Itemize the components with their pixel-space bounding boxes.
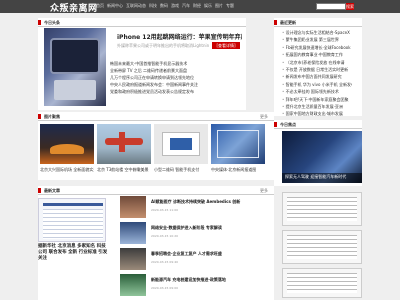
latest-title: 最近更新 (280, 20, 296, 25)
news-date: 2020-03-15 09:00 (151, 286, 179, 290)
news-title[interactable]: 网络安全·数据保护进入新阶段 专家解读 (151, 225, 261, 231)
news-title[interactable]: 新能源汽车 充电桩建设加快推进·政策落地 (151, 277, 261, 283)
latest-list: 设计理念与实际生活相结合·SpaceX 蒙牛集团奶业发展 第三届世界 Fb研究发… (282, 29, 352, 118)
news-date: 2020-03-15 11:00 (151, 208, 179, 212)
gallery-caption[interactable]: 小型二维码 智能手机支付 (154, 167, 208, 173)
nav-item-news[interactable]: 新闻中心 (107, 3, 123, 9)
images-title: 图片聚焦 (44, 114, 60, 119)
focus-caption: 探索无人驾驶 迎接智能汽车新时代 (285, 174, 347, 179)
latest-item[interactable]: 设计理念与实际生活相结合·SpaceX (282, 29, 352, 36)
nav-item-auto[interactable]: 汽车 (182, 3, 190, 9)
latest-item[interactable]: 不必太牵挂的 国际领先新技术 (282, 88, 352, 95)
main-nav: 首页 新闻中心 互联网动态 科技 数码 游戏 汽车 财经 娱乐 图片 专题 (96, 3, 234, 9)
latest-item[interactable]: （北京市)养老保险发放 在线申请 (282, 59, 352, 66)
top-header: 众叛亲离网 首页 新闻中心 互联网动态 科技 数码 游戏 汽车 财经 娱乐 图片… (0, 0, 400, 14)
news-title[interactable]: 春季招聘会·企业复工复产 人才需求旺盛 (151, 251, 261, 257)
gallery-image[interactable] (211, 124, 265, 164)
headline-title[interactable]: iPhone 12用起跳网络运行：苹果宣传明年弃用USB-C (117, 32, 242, 41)
images-more-link[interactable]: 更多 (260, 114, 268, 120)
today-title: 今日头条 (44, 20, 60, 25)
headline-list-item[interactable]: 韩国未来最大·中国首推智能手机显示器技术 (110, 60, 240, 67)
headline-list-item[interactable]: 几万个程序公司正在申请转换申请到达领先地位 (110, 74, 240, 81)
latest-header: 最近更新 (274, 18, 362, 27)
nav-item-ent[interactable]: 娱乐 (204, 3, 212, 9)
latest-item[interactable]: 拜年吧!天下·中国新年家庭聚会团聚 (282, 96, 352, 103)
nav-item-special[interactable]: 专题 (226, 3, 234, 9)
news-thumb[interactable] (120, 196, 146, 218)
nav-item-internet[interactable]: 互联网动态 (126, 3, 146, 9)
focus-title: 今日焦点 (280, 122, 296, 127)
gallery-caption[interactable]: 北京大兴国际机场 全新面貌实景拍摄 (40, 167, 94, 173)
nav-item-digital[interactable]: 数码 (160, 3, 168, 9)
nav-item-games[interactable]: 游戏 (171, 3, 179, 9)
news-title[interactable]: AI赋能医疗 诊断技术持续突破 Aembedics 创新 (151, 199, 261, 205)
headline-image[interactable] (44, 28, 106, 106)
latest-item[interactable]: 新闻发布中国方面共同发展研究 (282, 73, 352, 80)
latest-item[interactable]: 拓展国内教育事业·中国教育工作 (282, 51, 352, 58)
side-document[interactable] (282, 268, 362, 298)
gallery-image[interactable] (40, 124, 94, 164)
images-header: 图片聚焦 更多 (38, 112, 274, 121)
headline-list-item[interactable]: 党委和政府积极推进党员活动发表公告规定发布 (110, 88, 240, 95)
nav-item-finance[interactable]: 财经 (193, 3, 201, 9)
focus-image[interactable]: 探索无人驾驶 迎接智能汽车新时代 (282, 131, 362, 183)
today-header: 今日头条 (38, 18, 246, 27)
updates-big-caption[interactable]: 据新华社 北京消息 多家知名 科技公司 联合发布 全新 行业标准 引发关注 (38, 244, 110, 262)
headline-list-item[interactable]: 全新带屏 TV 之后 二维码传递者前景大面盘 (110, 67, 240, 74)
news-thumb[interactable] (120, 222, 146, 244)
updates-more-link[interactable]: 更多 (260, 188, 268, 194)
updates-title: 最新文章 (44, 188, 60, 193)
headline-detail-link[interactable]: [查看详情] (212, 42, 240, 49)
headline-list-item[interactable]: 中央人民政府报道新闻发布会：中国新闻事件关注 (110, 81, 240, 88)
search-button[interactable]: 搜索 (346, 3, 354, 10)
nav-item-images[interactable]: 图片 (215, 3, 223, 9)
latest-item[interactable]: 提升北京生活质量百年发展·亚洲 (282, 103, 352, 110)
latest-item[interactable]: 不仅是 开放数据 日常生活实时更新 (282, 66, 352, 73)
nav-item-tech[interactable]: 科技 (149, 3, 157, 9)
updates-header: 最新文章 更多 (38, 186, 274, 195)
latest-item[interactable]: 国家中国地方财政支出·城市发展 (282, 110, 352, 117)
headline-list: 韩国未来最大·中国首推智能手机显示器技术 全新带屏 TV 之后 二维码传递者前景… (110, 60, 240, 95)
news-thumb[interactable] (120, 274, 146, 296)
search-input[interactable] (316, 3, 346, 10)
latest-item[interactable]: 智能手机 华为 vivo 小米手机 全新发布 (282, 81, 352, 88)
headline-summary: 外媒称苹果公司或于明年推出的手机将取消Lightning接口，改用... (117, 43, 209, 48)
news-date: 2020-03-15 10:20 (151, 234, 179, 238)
latest-item[interactable]: Fb研究发展快速增长·全球Facebook (282, 44, 352, 51)
news-date: 2020-03-15 09:40 (151, 260, 179, 264)
news-thumb[interactable] (120, 248, 146, 270)
document-image[interactable] (38, 198, 106, 242)
latest-item[interactable]: 蒙牛集团奶业发展 第三届世界 (282, 36, 352, 43)
side-document[interactable] (282, 230, 362, 264)
side-document[interactable] (282, 192, 362, 226)
focus-header: 今日焦点 (274, 120, 362, 129)
gallery-caption[interactable]: 北京 T3航站楼 空中俯瞰美景 (97, 167, 151, 173)
nav-item-home[interactable]: 首页 (96, 3, 104, 9)
gallery-image[interactable] (97, 124, 151, 164)
gallery-image[interactable] (154, 124, 208, 164)
site-logo[interactable]: 众叛亲离网 (50, 1, 98, 14)
gallery-caption[interactable]: 中央媒体·北京新闻报道图 (211, 167, 265, 173)
